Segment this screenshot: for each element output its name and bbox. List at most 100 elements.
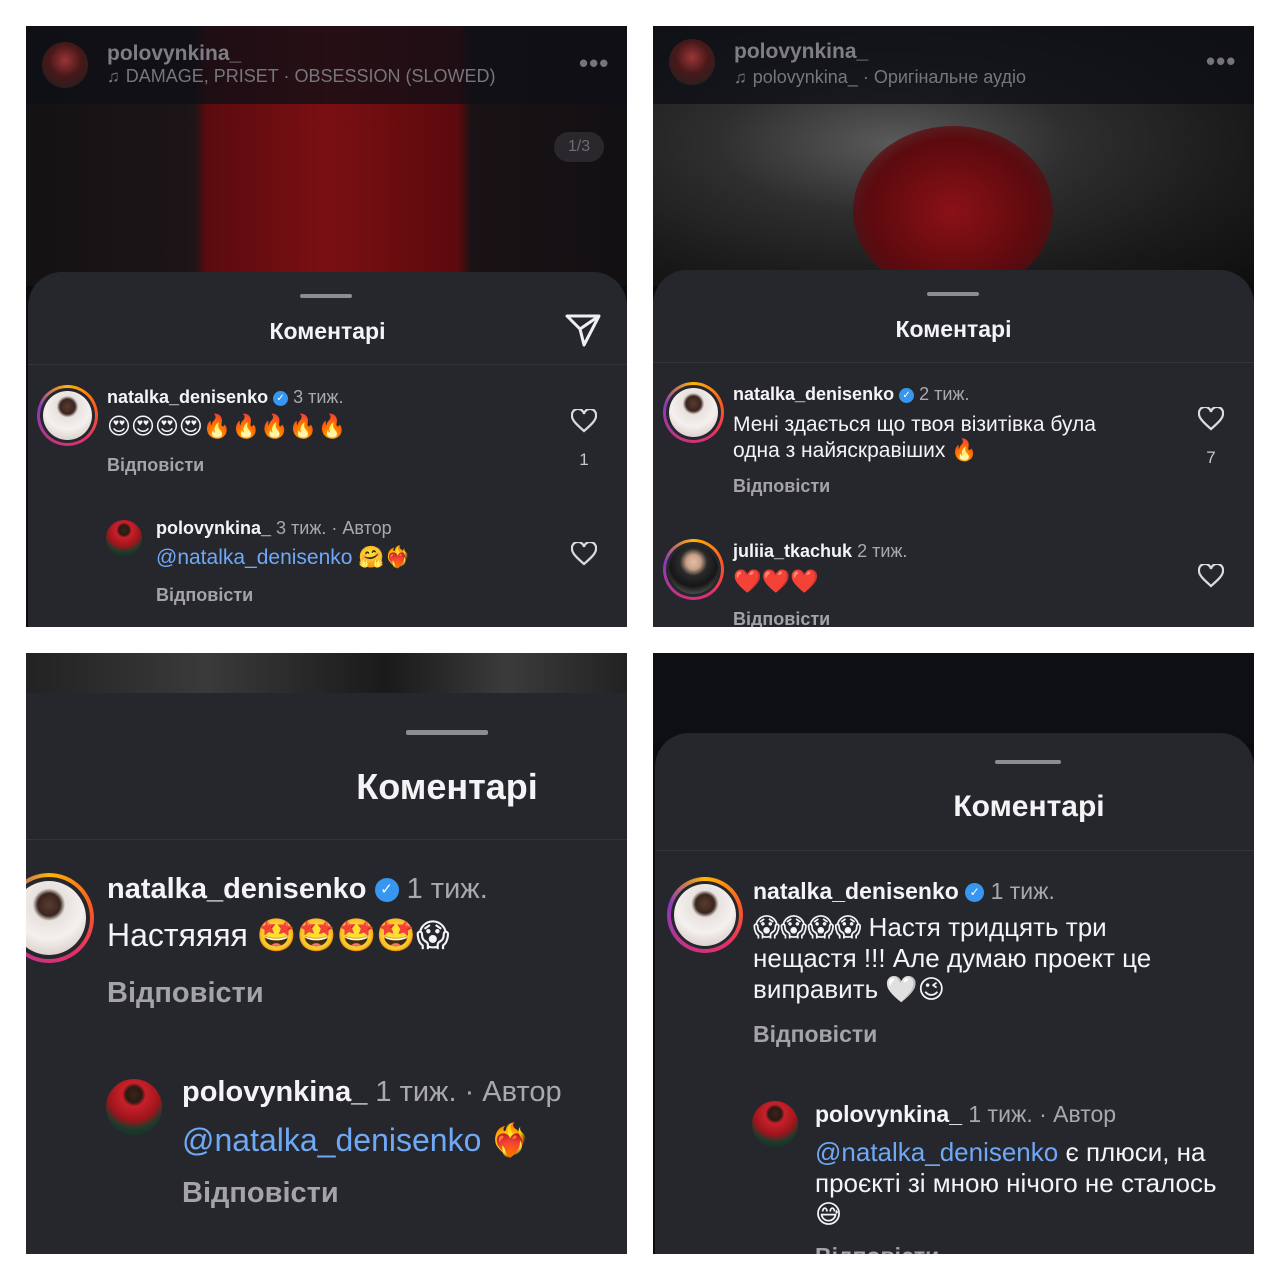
audio-track[interactable]: ♫ DAMAGE, PRISET · OBSESSION (SLOWED)	[107, 66, 495, 87]
comment-text-line: проєкті зі мною нічого не сталось	[815, 1168, 1217, 1198]
sheet-handle[interactable]	[300, 294, 352, 298]
comment-text: @natalka_denisenko ❤️‍🔥	[182, 1121, 530, 1159]
sheet-title: Коментарі	[356, 766, 538, 807]
reply-button[interactable]: Відповісти	[753, 1021, 877, 1048]
comment-emoji: 🤗❤️‍🔥	[352, 546, 411, 569]
heart-icon[interactable]	[1198, 407, 1224, 431]
comment-text-line: @natalka_denisenko є плюси, на	[815, 1137, 1206, 1168]
comment-emoji: ❤️‍🔥	[481, 1122, 531, 1158]
username-text[interactable]: natalka_denisenko	[107, 387, 268, 407]
username-text[interactable]: polovynkina_	[182, 1076, 367, 1108]
commenter-avatar[interactable]	[106, 520, 142, 556]
commenter-avatar[interactable]	[663, 382, 724, 443]
verified-badge-icon: ✓	[965, 883, 985, 903]
verified-badge-icon: ✓	[374, 878, 399, 903]
post-header: polovynkina_ ♫ DAMAGE, PRISET · OBSESSION…	[26, 26, 627, 104]
commenter-username[interactable]: juliia_tkachuk 2 тиж.	[733, 541, 907, 562]
commenter-avatar[interactable]	[106, 1079, 162, 1135]
commenter-username[interactable]: natalka_denisenko ✓ 3 тиж.	[107, 387, 343, 408]
carousel-counter: 1/3	[554, 132, 604, 162]
comments-screenshot-1: polovynkina_ ♫ DAMAGE, PRISET · OBSESSION…	[26, 26, 627, 627]
username-text[interactable]: juliia_tkachuk	[733, 541, 852, 561]
more-icon[interactable]: •••	[579, 48, 609, 79]
verified-badge-icon: ✓	[273, 390, 289, 406]
music-note-icon: ♫	[107, 67, 120, 86]
comments-sheet: Коментарі natalka_denisenko ✓ 2 тиж. Мен…	[653, 270, 1254, 627]
sheet-handle[interactable]	[995, 760, 1061, 764]
reply-button[interactable]: Відповісти	[156, 585, 253, 606]
commenter-username[interactable]: polovynkina_ 1 тиж. · Автор	[815, 1101, 1116, 1128]
comments-screenshot-2: polovynkina_ ♫ polovynkina_ · Оригінальне…	[653, 26, 1254, 627]
like-count: 7	[1206, 448, 1216, 467]
mention-link[interactable]: @natalka_denisenko	[156, 546, 352, 569]
reply-button[interactable]: Відповісти	[182, 1177, 339, 1210]
comment-meta: 3 тиж. · Автор	[276, 518, 392, 538]
comment-time: 3 тиж.	[293, 387, 344, 407]
heart-icon[interactable]	[571, 542, 597, 566]
reply-button[interactable]: Відповісти	[733, 476, 830, 497]
reply-button[interactable]: Відповісти	[733, 609, 830, 627]
comments-screenshot-4: Коментарі natalka_denisenko ✓ 1 тиж. 😱😱😱…	[653, 653, 1254, 1254]
heart-icon[interactable]	[571, 409, 597, 433]
comment-text: ❤️❤️❤️	[733, 568, 819, 594]
comment-meta: 1 тиж. · Автор	[375, 1076, 562, 1108]
commenter-avatar[interactable]	[37, 385, 98, 446]
send-icon[interactable]	[564, 312, 602, 348]
audio-track[interactable]: ♫ polovynkina_ · Оригінальне аудіо	[734, 67, 1026, 88]
username-text[interactable]: natalka_denisenko	[753, 878, 959, 904]
commenter-username[interactable]: natalka_denisenko ✓ 1 тиж.	[107, 873, 488, 906]
sheet-title: Коментарі	[895, 316, 1012, 342]
username-text[interactable]: polovynkina_	[815, 1101, 962, 1127]
comment-text: Настяяяя 🤩🤩🤩🤩😱	[107, 917, 450, 953]
comment-time: 2 тиж.	[857, 541, 908, 561]
comment-time: 1 тиж.	[406, 873, 488, 905]
author-username[interactable]: polovynkina_	[107, 42, 241, 66]
comment-text-line: 😅	[815, 1199, 843, 1229]
reply-button[interactable]: Відповісти	[815, 1243, 939, 1254]
comments-sheet: Коментарі natalka_denisenko ✓ 1 тиж. Нас…	[26, 693, 627, 1254]
author-username[interactable]: polovynkina_	[734, 40, 868, 64]
commenter-avatar[interactable]	[752, 1101, 798, 1147]
commenter-username[interactable]: polovynkina_ 1 тиж. · Автор	[182, 1076, 562, 1109]
author-avatar[interactable]	[42, 42, 88, 88]
reply-button[interactable]: Відповісти	[107, 455, 204, 476]
mention-link[interactable]: @natalka_denisenko	[182, 1122, 481, 1158]
sheet-title: Коментарі	[953, 790, 1105, 823]
audio-track-label: polovynkina_ · Оригінальне аудіо	[752, 67, 1026, 87]
commenter-avatar[interactable]	[26, 873, 94, 963]
comments-sheet: Коментарі natalka_denisenko ✓ 1 тиж. 😱😱😱…	[655, 733, 1254, 1254]
sheet-handle[interactable]	[927, 292, 979, 296]
commenter-avatar[interactable]	[663, 539, 724, 600]
post-photo	[653, 653, 1254, 743]
commenter-avatar[interactable]	[667, 877, 743, 953]
comment-text: 😍😍😍😍🔥🔥🔥🔥🔥	[107, 413, 347, 439]
author-avatar[interactable]	[669, 39, 715, 85]
commenter-username[interactable]: natalka_denisenko ✓ 2 тиж.	[733, 384, 969, 405]
heart-icon[interactable]	[1198, 564, 1224, 588]
comment-time: 1 тиж.	[990, 878, 1055, 904]
comment-meta: 1 тиж. · Автор	[968, 1101, 1117, 1127]
commenter-username[interactable]: polovynkina_ 3 тиж. · Автор	[156, 518, 392, 539]
divider	[653, 362, 1254, 363]
comment-text-line: виправить 🤍😉	[753, 974, 945, 1004]
like-count: 1	[579, 450, 589, 469]
comment-text-line: нещастя !!! Але думаю проект це	[753, 943, 1152, 973]
mention-link[interactable]: @natalka_denisenko	[815, 1137, 1058, 1167]
comment-text-line: 😱😱😱😱 Настя тридцять три	[753, 912, 1107, 942]
comment-text-line: одна з найяскравіших 🔥	[733, 439, 978, 462]
username-text[interactable]: natalka_denisenko	[107, 873, 367, 905]
comment-time: 2 тиж.	[919, 384, 970, 404]
music-note-icon: ♫	[734, 68, 747, 87]
more-icon[interactable]: •••	[1206, 46, 1236, 77]
commenter-username[interactable]: natalka_denisenko ✓ 1 тиж.	[753, 878, 1055, 905]
audio-track-label: DAMAGE, PRISET · OBSESSION (SLOWED)	[125, 66, 496, 86]
sheet-handle[interactable]	[406, 730, 488, 735]
comment-text-line: Мені здається що твоя візитівка була	[733, 413, 1096, 436]
reply-button[interactable]: Відповісти	[107, 977, 264, 1010]
comment-text: @natalka_denisenko 🤗❤️‍🔥	[156, 546, 411, 570]
comment-text-rest: є плюси, на	[1058, 1137, 1206, 1167]
post-header: polovynkina_ ♫ polovynkina_ · Оригінальне…	[653, 26, 1254, 104]
sheet-title: Коментарі	[269, 318, 386, 344]
username-text[interactable]: natalka_denisenko	[733, 384, 894, 404]
username-text[interactable]: polovynkina_	[156, 518, 271, 538]
